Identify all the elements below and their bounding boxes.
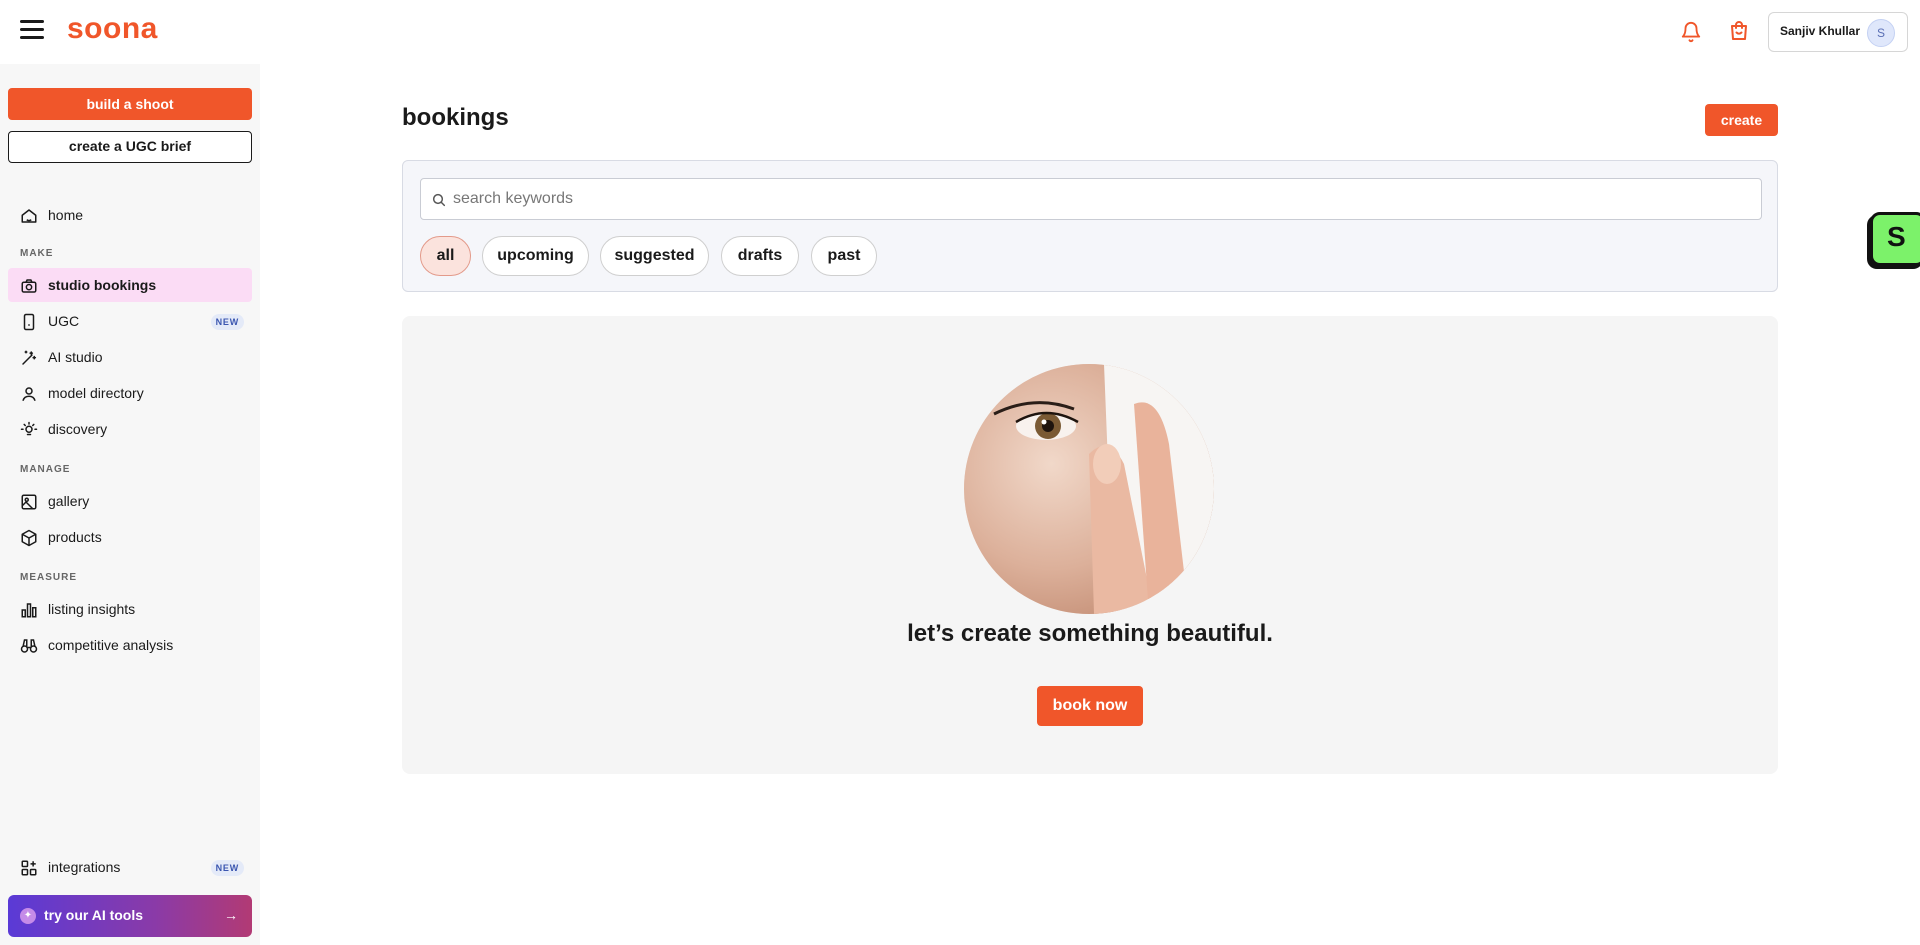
create-ugc-brief-button[interactable]: create a UGC brief: [8, 131, 252, 163]
sidebar-item-label: AI studio: [48, 349, 103, 365]
empty-state-heading: let’s create something beautiful.: [907, 620, 1273, 647]
search-input[interactable]: [453, 179, 1753, 219]
user-name: Sanjiv Khullar: [1780, 24, 1861, 38]
sidebar-item-gallery[interactable]: gallery: [8, 484, 252, 518]
sidebar-item-listing-insights[interactable]: listing insights: [8, 592, 252, 626]
page-title: bookings: [402, 104, 509, 131]
new-badge: NEW: [210, 314, 244, 330]
avatar: S: [1867, 19, 1895, 47]
sidebar-item-ai-studio[interactable]: AI studio: [8, 340, 252, 374]
hero-image: [964, 364, 1214, 614]
search-icon: [432, 193, 446, 207]
shopping-bag-icon[interactable]: [1727, 19, 1751, 43]
sidebar-item-label: gallery: [48, 493, 90, 509]
filter-chip-all[interactable]: all: [420, 236, 471, 276]
new-badge: NEW: [210, 860, 244, 876]
try-ai-tools-button[interactable]: ✦ try our AI tools →: [8, 895, 252, 937]
create-button[interactable]: create: [1705, 104, 1778, 136]
sidebar-item-label: competitive analysis: [48, 637, 174, 653]
sidebar-item-discovery[interactable]: discovery: [8, 412, 252, 446]
book-now-button[interactable]: book now: [1037, 686, 1143, 726]
section-label-measure: MEASURE: [20, 572, 78, 583]
person-icon: [22, 387, 36, 401]
sidebar-item-label: discovery: [48, 421, 108, 437]
section-label-make: MAKE: [20, 248, 54, 259]
apps-grid-icon: [21, 860, 37, 876]
sidebar-item-label: products: [48, 529, 102, 545]
side-widget-letter: S: [1887, 221, 1906, 252]
sidebar-item-ugc[interactable]: UGC NEW: [8, 304, 252, 338]
menu-icon[interactable]: [20, 20, 44, 40]
soona-logo[interactable]: soona: [67, 12, 158, 46]
sidebar-item-integrations[interactable]: integrations NEW: [8, 850, 252, 884]
binoculars-icon: [20, 639, 38, 653]
bar-chart-icon: [21, 603, 37, 618]
arrow-right-icon: →: [224, 907, 238, 923]
filter-chip-past[interactable]: past: [811, 236, 877, 276]
section-label-manage: MANAGE: [20, 464, 71, 475]
sidebar-item-label: home: [48, 207, 84, 223]
sidebar-item-label: integrations: [48, 859, 121, 875]
filter-chip-suggested[interactable]: suggested: [600, 236, 709, 276]
sidebar-item-model-directory[interactable]: model directory: [8, 376, 252, 410]
magic-wand-icon: [22, 350, 37, 365]
sidebar-item-label: studio bookings: [48, 277, 157, 293]
sidebar: build a shoot create a UGC brief home MA…: [0, 64, 260, 945]
sparkle-icon: ✦: [20, 908, 36, 924]
camera-icon: [21, 279, 37, 293]
box-icon: [21, 529, 37, 547]
phone-icon: [23, 313, 35, 331]
user-menu[interactable]: Sanjiv Khullar S: [1768, 12, 1908, 52]
bell-icon[interactable]: [1680, 20, 1702, 44]
search-box[interactable]: [420, 178, 1762, 220]
sidebar-item-products[interactable]: products: [8, 520, 252, 554]
image-icon: [21, 494, 37, 510]
home-icon: [21, 209, 37, 223]
lightbulb-icon: [20, 421, 38, 436]
sidebar-item-label: model directory: [48, 385, 144, 401]
top-bar: soona Sanjiv Khullar S: [0, 0, 1920, 64]
filter-chip-drafts[interactable]: drafts: [721, 236, 799, 276]
filter-chip-upcoming[interactable]: upcoming: [482, 236, 589, 276]
sidebar-item-home[interactable]: home: [8, 198, 252, 232]
sidebar-item-studio-bookings[interactable]: studio bookings: [8, 268, 252, 302]
sidebar-item-label: UGC: [48, 313, 80, 329]
ai-tools-label: try our AI tools: [44, 907, 144, 923]
empty-state-panel: let’s create something beautiful. book n…: [402, 316, 1778, 774]
filter-panel: all upcoming suggested drafts past: [402, 160, 1778, 292]
sidebar-item-label: listing insights: [48, 601, 136, 617]
side-widget-tab[interactable]: S: [1870, 212, 1920, 266]
sidebar-item-competitive-analysis[interactable]: competitive analysis: [8, 628, 252, 662]
build-a-shoot-button[interactable]: build a shoot: [8, 88, 252, 120]
